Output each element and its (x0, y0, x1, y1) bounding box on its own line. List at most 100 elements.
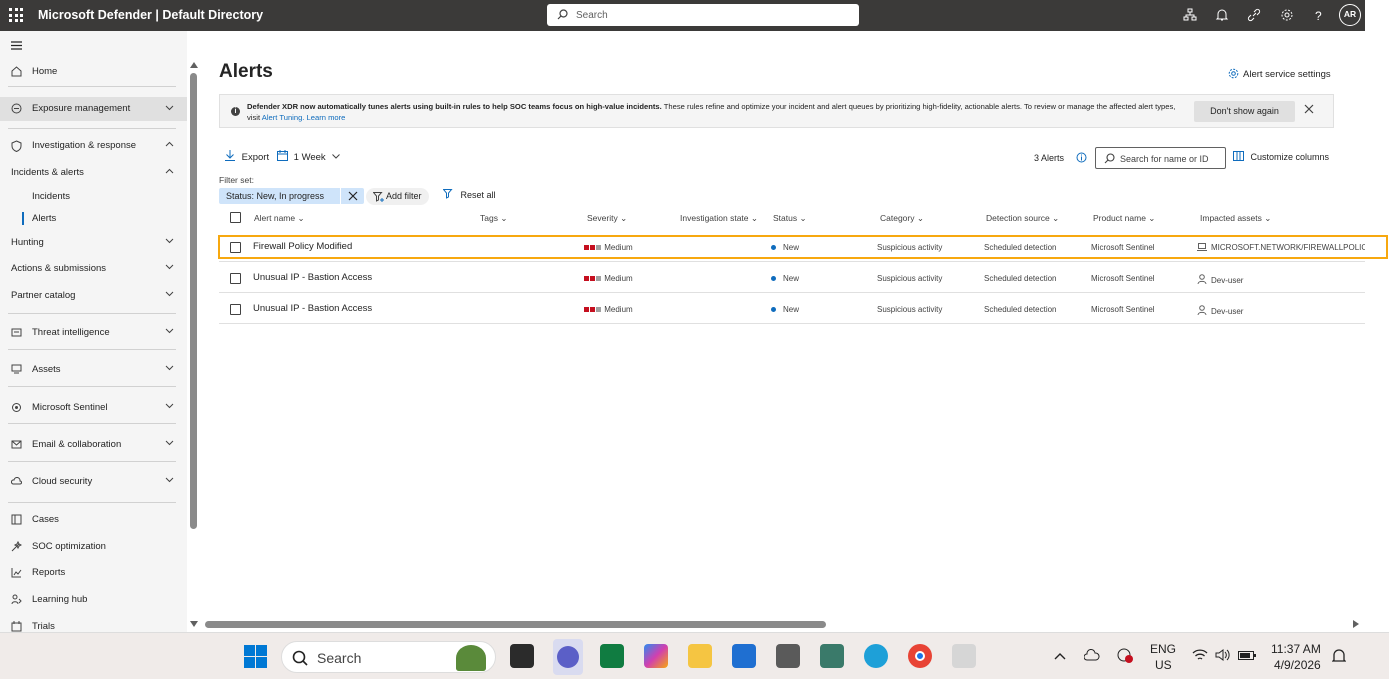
column-header-status[interactable]: Status ⌄ (773, 213, 807, 224)
chevron-up-icon (165, 168, 174, 174)
snipping-tool-icon[interactable] (952, 644, 976, 668)
reset-all-button[interactable]: Reset all (442, 189, 496, 200)
vpn-status-icon[interactable] (1116, 647, 1134, 663)
status-cell: New (771, 274, 799, 283)
keyboard-layout-indicator[interactable]: US (1155, 658, 1172, 672)
app-icon[interactable] (820, 644, 844, 668)
edge-icon[interactable] (864, 644, 888, 668)
link-icon[interactable] (1247, 8, 1261, 22)
avatar[interactable]: AR (1339, 4, 1361, 26)
severity-label: Medium (604, 274, 633, 283)
remove-filter-button[interactable] (340, 188, 364, 204)
sidebar-item-label: Cloud security (32, 476, 93, 487)
global-search-input[interactable]: Search (547, 4, 859, 26)
scroll-down-icon[interactable] (190, 621, 198, 627)
column-header-severity[interactable]: Severity ⌄ (587, 213, 627, 224)
battery-icon[interactable] (1238, 649, 1256, 661)
column-label: Product name (1093, 213, 1146, 223)
horizontal-scrollbar[interactable] (200, 618, 1365, 630)
product-name-cell: Microsoft Sentinel (1091, 305, 1155, 314)
chrome-icon[interactable] (908, 644, 932, 668)
row-checkbox[interactable] (230, 273, 241, 284)
taskbar-search-input[interactable]: Search (281, 641, 496, 673)
customize-columns-button[interactable]: Customize columns (1233, 151, 1329, 162)
sidebar-item-label: Exposure management (32, 103, 131, 114)
chevron-down-icon: ⌄ (1264, 213, 1272, 223)
alert-count: 3 Alerts (1034, 153, 1065, 163)
customize-columns-label: Customize columns (1250, 152, 1330, 162)
teams-icon[interactable] (553, 639, 583, 675)
column-header-category[interactable]: Category ⌄ (880, 213, 924, 224)
column-header-impacted-assets[interactable]: Impacted assets ⌄ (1200, 213, 1271, 224)
column-header-product-name[interactable]: Product name ⌄ (1093, 213, 1155, 224)
alert-tuning-link[interactable]: Alert Tuning. (262, 113, 305, 122)
status-filter-chip[interactable]: Status: New, In progress (219, 188, 364, 204)
chevron-down-icon: ⌄ (1052, 213, 1060, 223)
cloud-icon (11, 476, 22, 485)
add-filter-button[interactable]: Add filter (366, 188, 429, 205)
chevron-down-icon (165, 403, 174, 409)
info-circle-icon[interactable] (1076, 152, 1087, 163)
chevron-up-icon[interactable] (1054, 652, 1066, 660)
file-explorer-icon[interactable] (688, 644, 712, 668)
impacted-asset-cell[interactable]: Dev-user (1197, 305, 1243, 316)
divider (8, 86, 176, 87)
bell-icon[interactable] (1215, 8, 1229, 22)
scroll-up-icon[interactable] (190, 62, 198, 68)
horizontal-scrollbar-thumb[interactable] (205, 621, 826, 628)
excel-icon[interactable] (600, 644, 624, 668)
select-all-checkbox[interactable] (230, 212, 241, 223)
store-icon[interactable] (732, 644, 756, 668)
column-header-detection-source[interactable]: Detection source ⌄ (986, 213, 1059, 224)
help-icon[interactable]: ? (1312, 8, 1326, 22)
dont-show-again-button[interactable]: Don't show again (1194, 101, 1295, 122)
app-launcher-icon[interactable] (9, 8, 23, 22)
chevron-down-icon: ⌄ (750, 213, 759, 223)
category-cell: Suspicious activity (877, 305, 943, 314)
windows-start-icon[interactable] (244, 645, 267, 668)
status-label: New (783, 305, 800, 314)
column-label: Status (773, 213, 798, 223)
export-button[interactable]: Export (225, 150, 269, 163)
table-header: Alert name ⌄ Tags ⌄ Severity ⌄ Investiga… (219, 209, 1365, 227)
app-title[interactable]: Microsoft Defender | Default Directory (38, 8, 263, 22)
sidebar-item-label: Partner catalog (11, 290, 76, 301)
wifi-icon[interactable] (1192, 648, 1208, 662)
clock-time[interactable]: 11:37 AM (1271, 642, 1321, 656)
language-indicator[interactable]: ENG (1150, 642, 1176, 656)
column-header-tags[interactable]: Tags ⌄ (480, 213, 507, 224)
scrollbar-thumb[interactable] (190, 73, 197, 529)
app-y-icon[interactable] (776, 644, 800, 668)
severity-bar (596, 307, 601, 313)
org-chart-icon[interactable] (1183, 8, 1197, 22)
gear-icon[interactable] (1280, 8, 1294, 22)
page-scrollbar[interactable] (188, 58, 200, 630)
time-range-label: 1 Week (293, 152, 326, 163)
learn-more-link[interactable]: Learn more (307, 113, 346, 122)
column-header-alert-name[interactable]: Alert name ⌄ (254, 213, 305, 224)
alert-service-settings-link[interactable]: Alert service settings (1228, 68, 1331, 80)
scroll-right-icon[interactable] (1353, 620, 1359, 628)
volume-icon[interactable] (1215, 648, 1231, 662)
chevron-down-icon (165, 477, 174, 483)
table-row[interactable]: Unusual IP - Bastion Access Medium New S… (219, 294, 1365, 324)
onedrive-icon[interactable] (1084, 648, 1100, 662)
clock-date[interactable]: 4/9/2026 (1274, 658, 1321, 672)
hamburger-icon[interactable] (11, 41, 22, 50)
task-view-icon[interactable] (510, 644, 534, 668)
sidebar-item-label: Hunting (11, 237, 44, 248)
sidebar-item-label: Actions & submissions (11, 263, 107, 274)
column-header-investigation-state[interactable]: Investigation state ⌄ (680, 213, 758, 224)
alert-name-link[interactable]: Unusual IP - Bastion Access (253, 272, 372, 283)
copilot-icon[interactable] (644, 644, 668, 668)
alert-search-input[interactable]: Search for name or ID (1095, 147, 1226, 169)
notification-bell-icon[interactable] (1332, 648, 1346, 664)
impacted-asset-cell[interactable]: Dev-user (1197, 274, 1243, 285)
search-placeholder: Search (576, 10, 608, 21)
table-row[interactable]: Unusual IP - Bastion Access Medium New S… (219, 263, 1365, 293)
alert-name-link[interactable]: Unusual IP - Bastion Access (253, 303, 372, 314)
row-checkbox[interactable] (230, 304, 241, 315)
sidebar-item-exposure-management[interactable]: Exposure management (0, 97, 187, 121)
close-icon[interactable] (1304, 104, 1314, 114)
time-range-dropdown[interactable]: 1 Week (277, 150, 341, 163)
